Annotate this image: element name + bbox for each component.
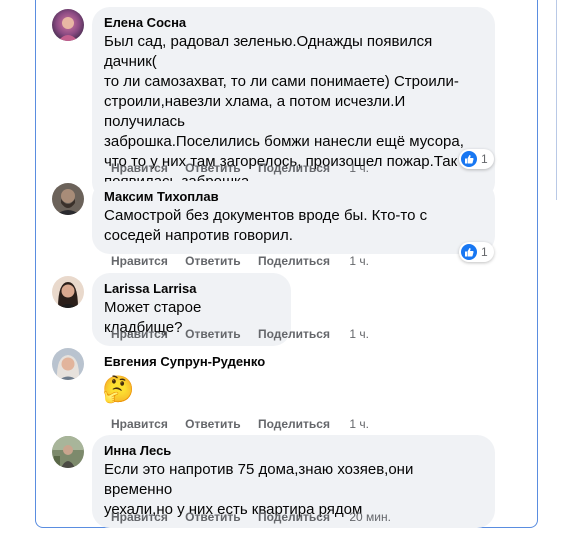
share-button[interactable]: Поделиться [258,417,330,431]
comment-timestamp[interactable]: 1 ч. [349,254,369,268]
comment-timestamp[interactable]: 1 ч. [349,327,369,341]
comment-timestamp[interactable]: 1 ч. [349,417,369,431]
avatar[interactable] [52,9,84,41]
comment-actions: Нравится Ответить Поделиться 1 ч. [111,326,369,342]
thinking-face-emoji-icon: 🤔 [102,374,135,404]
comment-actions: Нравится Ответить Поделиться 1 ч. [111,160,369,176]
share-button[interactable]: Поделиться [258,254,330,268]
divider [556,0,557,200]
reaction-count[interactable]: 1 [459,149,494,169]
comment-timestamp[interactable]: 20 мин. [349,510,391,524]
reply-button[interactable]: Ответить [185,161,240,175]
comment-timestamp[interactable]: 1 ч. [349,161,369,175]
avatar[interactable] [52,436,84,468]
like-button[interactable]: Нравится [111,510,168,524]
thumbs-up-icon [461,151,477,167]
share-button[interactable]: Поделиться [258,510,330,524]
reply-button[interactable]: Ответить [185,417,240,431]
reaction-number: 1 [481,152,488,166]
comment-author[interactable]: Инна Лесь [104,442,483,459]
comment-text: Самострой без документов вроде бы. Кто-т… [104,207,428,244]
comment-author[interactable]: Евгения Супрун-Руденко [92,353,265,370]
avatar[interactable] [52,183,84,215]
reaction-count[interactable]: 1 [459,242,494,262]
reply-button[interactable]: Ответить [185,327,240,341]
reply-button[interactable]: Ответить [185,254,240,268]
avatar[interactable] [52,348,84,380]
comment-actions: Нравится Ответить Поделиться 1 ч. [111,253,369,269]
reaction-number: 1 [481,245,488,259]
comment-author[interactable]: Елена Сосна [104,14,483,31]
reply-button[interactable]: Ответить [185,510,240,524]
comment-content: Евгения Супрун-Руденко 🤔 [92,353,265,405]
avatar[interactable] [52,276,84,308]
like-button[interactable]: Нравится [111,161,168,175]
share-button[interactable]: Поделиться [258,327,330,341]
right-panel-edge [553,0,563,543]
comment-author[interactable]: Максим Тихоплав [104,188,483,205]
like-button[interactable]: Нравится [111,417,168,431]
share-button[interactable]: Поделиться [258,161,330,175]
like-button[interactable]: Нравится [111,254,168,268]
like-button[interactable]: Нравится [111,327,168,341]
comment-actions: Нравится Ответить Поделиться 1 ч. [111,416,369,432]
comment-bubble: Максим Тихоплав Самострой без документов… [92,181,495,254]
thumbs-up-icon [461,244,477,260]
comment-author[interactable]: Larissa Larrisa [104,280,279,297]
comment-actions: Нравится Ответить Поделиться 20 мин. [111,509,391,525]
